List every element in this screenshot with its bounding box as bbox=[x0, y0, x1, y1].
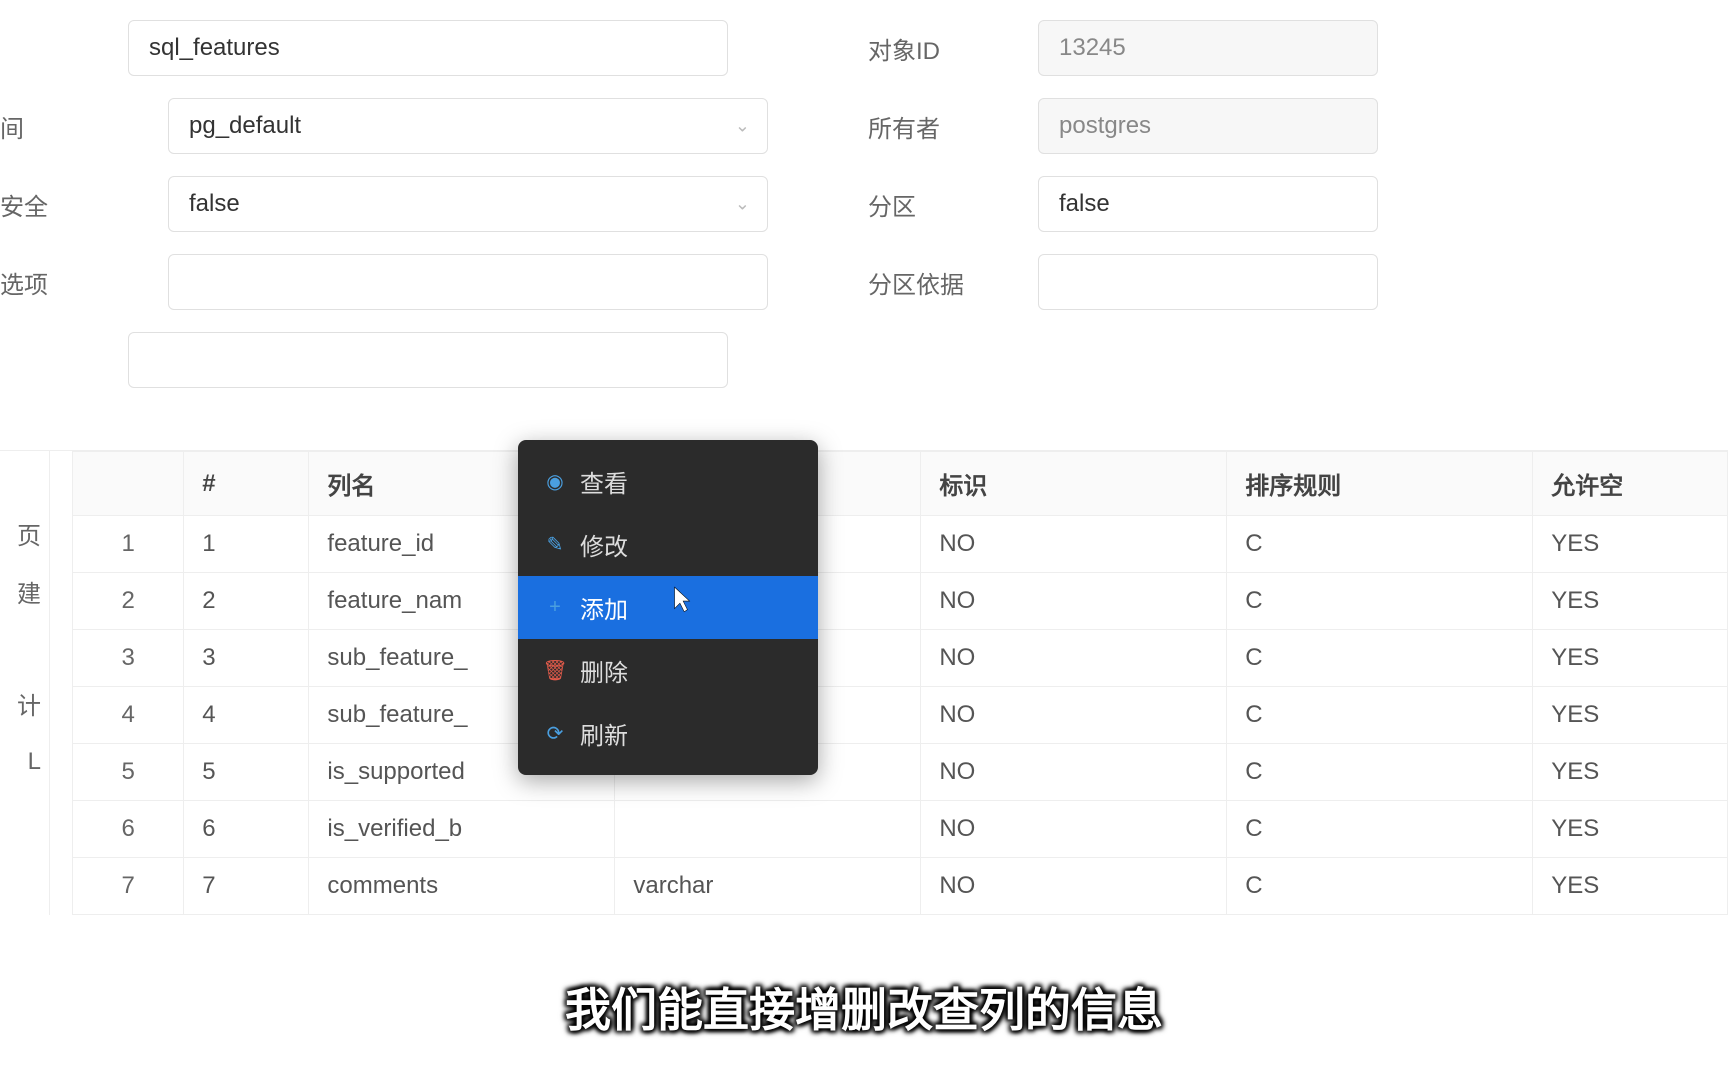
row-num: 4 bbox=[73, 687, 184, 744]
row-num: 1 bbox=[73, 516, 184, 573]
form-area: 对象ID 间 ⌄ 所有者 安全 ⌄ 分区 选项 分区依据 bbox=[0, 0, 1728, 450]
cell-collation[interactable]: C bbox=[1227, 858, 1533, 915]
cell-name[interactable]: is_verified_b bbox=[309, 801, 615, 858]
cell-collation[interactable]: C bbox=[1227, 573, 1533, 630]
cell-identity[interactable]: NO bbox=[921, 858, 1227, 915]
partition-by-label: 分区依据 bbox=[868, 265, 1038, 300]
col-hash[interactable]: # bbox=[184, 452, 309, 516]
cell-collation[interactable]: C bbox=[1227, 516, 1533, 573]
table-row[interactable]: 66is_verified_bNOCYES bbox=[73, 801, 1728, 858]
eye-icon: ◉ bbox=[544, 471, 566, 493]
side-tab[interactable]: 页 bbox=[0, 505, 49, 563]
cell-hash[interactable]: 7 bbox=[184, 858, 309, 915]
menu-edit-label: 修改 bbox=[580, 527, 628, 562]
row-num: 2 bbox=[73, 573, 184, 630]
cell-hash[interactable]: 3 bbox=[184, 630, 309, 687]
partition-label: 分区 bbox=[868, 187, 1038, 222]
cell-nullable[interactable]: YES bbox=[1533, 744, 1728, 801]
partition-by-input[interactable] bbox=[1038, 254, 1378, 310]
table-header-row: # 列名 数据类型 标识 排序规则 允许空 bbox=[73, 452, 1728, 516]
security-label: 安全 bbox=[0, 187, 80, 222]
menu-view[interactable]: ◉ 查看 bbox=[518, 450, 818, 513]
edit-icon: ✎ bbox=[544, 534, 566, 556]
cell-nullable[interactable]: YES bbox=[1533, 858, 1728, 915]
cell-identity[interactable]: NO bbox=[921, 630, 1227, 687]
col-identity-header[interactable]: 标识 bbox=[921, 452, 1227, 516]
trash-icon: 🗑 bbox=[544, 660, 566, 682]
table-row[interactable]: 33sub_feature_NOCYES bbox=[73, 630, 1728, 687]
cell-collation[interactable]: C bbox=[1227, 801, 1533, 858]
menu-add-label: 添加 bbox=[580, 590, 628, 625]
cell-collation[interactable]: C bbox=[1227, 687, 1533, 744]
refresh-icon: ⟳ bbox=[544, 723, 566, 745]
cell-hash[interactable]: 2 bbox=[184, 573, 309, 630]
owner-label: 所有者 bbox=[868, 109, 1038, 144]
options-input[interactable] bbox=[168, 254, 768, 310]
row-num: 3 bbox=[73, 630, 184, 687]
menu-add[interactable]: + 添加 bbox=[518, 576, 818, 639]
cell-name[interactable]: comments bbox=[309, 858, 615, 915]
side-tab[interactable]: 建 bbox=[0, 563, 49, 621]
tablespace-label: 间 bbox=[0, 109, 80, 144]
cell-type[interactable] bbox=[615, 801, 921, 858]
tablespace-select[interactable] bbox=[168, 98, 768, 154]
options-label: 选项 bbox=[0, 265, 80, 300]
menu-refresh-label: 刷新 bbox=[580, 716, 628, 751]
video-subtitle: 我们能直接增删改查列的信息 bbox=[565, 974, 1163, 1040]
menu-delete-label: 删除 bbox=[580, 653, 628, 688]
table-container: 页 建 计 L # 列名 数据类型 标识 排序规则 允许空 11feature_… bbox=[0, 450, 1728, 915]
row-num: 5 bbox=[73, 744, 184, 801]
columns-table: # 列名 数据类型 标识 排序规则 允许空 11feature_idvarcha… bbox=[72, 451, 1728, 915]
oid-input bbox=[1038, 20, 1378, 76]
cell-identity[interactable]: NO bbox=[921, 573, 1227, 630]
table-row[interactable]: 22feature_namNOCYES bbox=[73, 573, 1728, 630]
side-tabs: 页 建 计 L bbox=[0, 451, 50, 915]
menu-refresh[interactable]: ⟳ 刷新 bbox=[518, 702, 818, 765]
context-menu: ◉ 查看 ✎ 修改 + 添加 🗑 删除 ⟳ 刷新 bbox=[518, 440, 818, 775]
cell-collation[interactable]: C bbox=[1227, 630, 1533, 687]
table-name-input[interactable] bbox=[128, 20, 728, 76]
row-num: 6 bbox=[73, 801, 184, 858]
cell-nullable[interactable]: YES bbox=[1533, 630, 1728, 687]
cell-hash[interactable]: 1 bbox=[184, 516, 309, 573]
cell-nullable[interactable]: YES bbox=[1533, 801, 1728, 858]
owner-input bbox=[1038, 98, 1378, 154]
cell-nullable[interactable]: YES bbox=[1533, 516, 1728, 573]
side-tab[interactable]: 计 bbox=[0, 675, 49, 733]
menu-delete[interactable]: 🗑 删除 bbox=[518, 639, 818, 702]
cell-nullable[interactable]: YES bbox=[1533, 573, 1728, 630]
menu-edit[interactable]: ✎ 修改 bbox=[518, 513, 818, 576]
cell-identity[interactable]: NO bbox=[921, 516, 1227, 573]
table-row[interactable]: 44sub_feature_NOCYES bbox=[73, 687, 1728, 744]
security-select[interactable] bbox=[168, 176, 768, 232]
cell-hash[interactable]: 6 bbox=[184, 801, 309, 858]
cell-nullable[interactable]: YES bbox=[1533, 687, 1728, 744]
partition-input[interactable] bbox=[1038, 176, 1378, 232]
cell-identity[interactable]: NO bbox=[921, 687, 1227, 744]
cell-hash[interactable]: 5 bbox=[184, 744, 309, 801]
menu-view-label: 查看 bbox=[580, 464, 628, 499]
cell-identity[interactable]: NO bbox=[921, 744, 1227, 801]
table-row[interactable]: 11feature_idvarcharNOCYES bbox=[73, 516, 1728, 573]
table-row[interactable]: 77commentsvarcharNOCYES bbox=[73, 858, 1728, 915]
plus-icon: + bbox=[544, 597, 566, 619]
extra-input[interactable] bbox=[128, 332, 728, 388]
row-num: 7 bbox=[73, 858, 184, 915]
cell-type[interactable]: varchar bbox=[615, 858, 921, 915]
table-row[interactable]: 55is_supportedNOCYES bbox=[73, 744, 1728, 801]
cell-collation[interactable]: C bbox=[1227, 744, 1533, 801]
col-nullable-header[interactable]: 允许空 bbox=[1533, 452, 1728, 516]
cell-hash[interactable]: 4 bbox=[184, 687, 309, 744]
col-collation-header[interactable]: 排序规则 bbox=[1227, 452, 1533, 516]
oid-label: 对象ID bbox=[868, 31, 1038, 66]
side-tab[interactable]: L bbox=[0, 733, 49, 791]
cell-identity[interactable]: NO bbox=[921, 801, 1227, 858]
